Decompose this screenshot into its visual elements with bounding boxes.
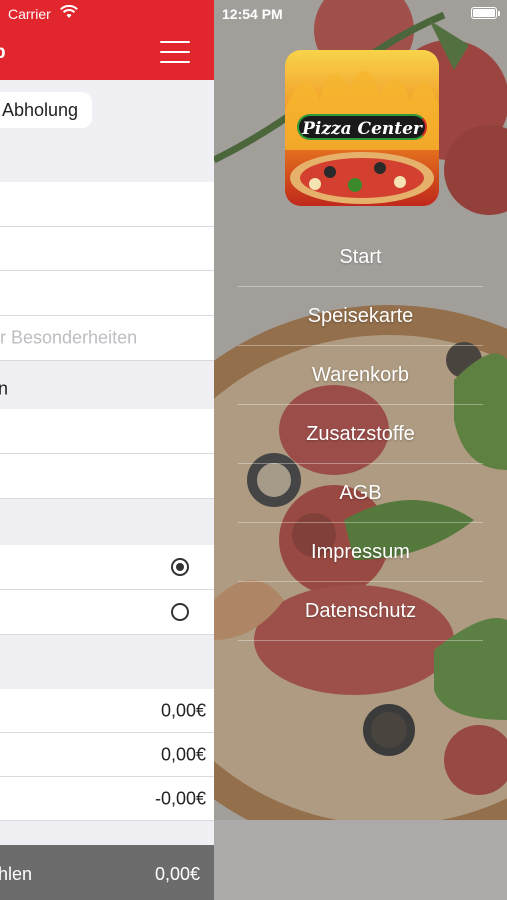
radio-unselected-icon[interactable] <box>171 603 189 621</box>
logo-text: Pizza Center <box>297 114 427 140</box>
menu-item-start[interactable]: Start <box>238 228 483 287</box>
menu-item-zusatzstoffe[interactable]: Zusatzstoffe <box>238 405 483 464</box>
checkout-label: hlen <box>0 864 33 884</box>
cart-panel: Carrier b Abholung r Besonderheiten n 0,… <box>0 0 214 900</box>
form-field[interactable] <box>0 182 214 227</box>
payment-option[interactable] <box>0 590 214 635</box>
summary-amount: 0,00€ <box>160 744 206 764</box>
form-field[interactable] <box>0 409 214 454</box>
pizza-center-logo: Pizza Center <box>285 50 439 206</box>
wifi-icon <box>60 4 78 22</box>
section-label-text: n <box>0 378 9 398</box>
summary-row: -0,00€ <box>0 777 214 821</box>
summary-row: 0,00€ <box>0 733 214 777</box>
carrier-label: Carrier <box>8 6 51 22</box>
battery-icon <box>471 7 500 19</box>
status-bar: 12:54 PM <box>214 0 507 28</box>
drawer-menu-list: Start Speisekarte Warenkorb Zusatzstoffe… <box>238 228 483 641</box>
checkout-bar[interactable]: hlen 0,00€ <box>0 845 214 900</box>
delivery-option-abholung[interactable]: Abholung <box>0 92 93 128</box>
nav-bar: b <box>0 28 214 80</box>
radio-selected-icon[interactable] <box>171 558 189 576</box>
status-time: 12:54 PM <box>222 6 283 22</box>
summary-row: 0,00€ <box>0 689 214 733</box>
hamburger-menu-icon[interactable] <box>160 41 190 65</box>
form-field[interactable] <box>0 454 214 499</box>
menu-item-impressum[interactable]: Impressum <box>238 523 483 582</box>
checkout-total: 0,00€ <box>154 864 200 884</box>
notes-field[interactable]: r Besonderheiten <box>0 316 214 361</box>
page-title: b <box>0 42 6 64</box>
payment-option[interactable] <box>0 545 214 590</box>
summary-amount: 0,00€ <box>160 700 206 720</box>
form-field[interactable] <box>0 271 214 316</box>
summary-amount: -0,00€ <box>154 788 206 808</box>
form-field[interactable] <box>0 227 214 271</box>
notes-placeholder: r Besonderheiten <box>0 327 138 348</box>
menu-item-speisekarte[interactable]: Speisekarte <box>238 287 483 346</box>
menu-item-datenschutz[interactable]: Datenschutz <box>238 582 483 641</box>
side-menu-drawer: 12:54 PM Pizza Center Start Speisekarte … <box>214 0 507 900</box>
menu-item-agb[interactable]: AGB <box>238 464 483 523</box>
menu-item-warenkorb[interactable]: Warenkorb <box>238 346 483 405</box>
section-label: n <box>0 368 214 409</box>
status-bar: Carrier <box>0 0 214 28</box>
